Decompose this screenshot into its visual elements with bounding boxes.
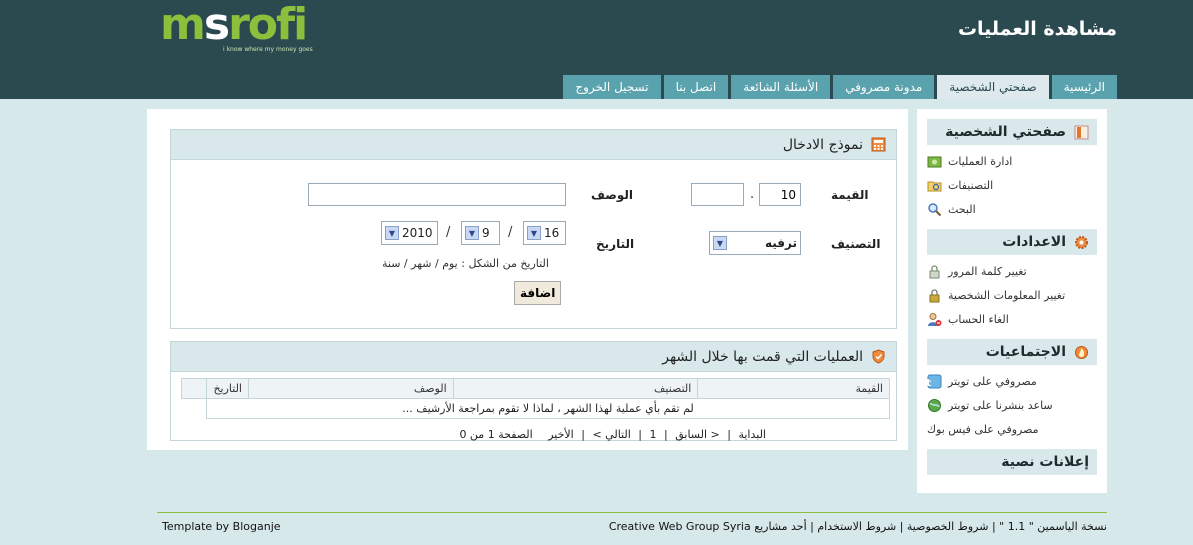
twitter-icon: t — [927, 374, 942, 389]
sidebar-heading-personal: صفحتي الشخصية — [927, 119, 1097, 145]
page-title: مشاهدة العمليات — [957, 18, 1117, 40]
pager-info: الصفحة 1 من 0 — [459, 428, 533, 441]
category-selected: ترفيه — [764, 236, 797, 250]
date-label: التاريخ — [596, 237, 635, 251]
operations-panel: العمليات التي قمت بها خلال الشهر القيمة … — [170, 341, 897, 441]
sidebar-social: الاجتماعيات t مصروفي على تويتر ساعد بنشر… — [927, 339, 1097, 441]
tab-home[interactable]: الرئيسية — [1051, 75, 1117, 99]
date-separator: / — [446, 225, 451, 240]
chevron-down-icon: ▼ — [385, 226, 399, 240]
sidebar-item-facebook[interactable]: مصروفي على فيس بوك — [927, 417, 1097, 441]
pager-page[interactable]: 1 — [650, 428, 657, 441]
pagination: البداية | < السابق | 1 | التالي > | الأخ… — [171, 428, 898, 441]
entry-form-panel: نموذج الادخال القيمة . الوصف التصنيف ▼ ت… — [170, 129, 897, 329]
sidebar-item-categories[interactable]: التصنيفات — [927, 173, 1097, 197]
add-button[interactable]: اضافة — [514, 281, 562, 305]
bookmark-icon — [1074, 125, 1089, 140]
decimal-point: . — [750, 187, 755, 202]
logo-tagline: i know where my money goes — [223, 46, 313, 53]
value-decimal-input[interactable] — [691, 183, 744, 206]
calculator-icon — [871, 137, 886, 152]
sidebar-heading-settings: الاعدادات — [927, 229, 1097, 255]
globe-icon — [927, 398, 942, 413]
entry-form-title: نموذج الادخال — [782, 136, 863, 153]
user-remove-icon — [927, 312, 942, 327]
table-row: لم تقم بأي عملية لهذا الشهر ، لماذا لا ت… — [182, 398, 890, 419]
operations-table: القيمة التصنيف الوصف التاريخ لم تقم بأي … — [180, 378, 890, 419]
value-integer-input[interactable] — [759, 183, 801, 206]
tab-my-page[interactable]: صفحتي الشخصية — [937, 75, 1049, 99]
pager-separator: | — [581, 428, 585, 441]
fire-icon — [1074, 345, 1089, 360]
tab-faq[interactable]: الأسئلة الشائعة — [731, 75, 831, 99]
logo-wordmark: msrofi — [160, 0, 308, 50]
sidebar-item-cancel-account[interactable]: الغاء الحساب — [927, 307, 1097, 331]
folder-icon — [927, 178, 942, 193]
category-label: التصنيف — [831, 237, 881, 251]
main-content: نموذج الادخال القيمة . الوصف التصنيف ▼ ت… — [147, 109, 908, 450]
sidebar-personal: صفحتي الشخصية ادارة العمليات التصنيفات ا… — [927, 119, 1097, 221]
sidebar: صفحتي الشخصية ادارة العمليات التصنيفات ا… — [917, 109, 1107, 493]
gear-icon — [1074, 235, 1089, 250]
pager-separator: | — [638, 428, 642, 441]
column-description[interactable]: الوصف — [248, 378, 454, 399]
operations-header: العمليات التي قمت بها خلال الشهر — [171, 342, 896, 372]
sidebar-heading-social: الاجتماعيات — [927, 339, 1097, 365]
sidebar-item-search[interactable]: البحث — [927, 197, 1097, 221]
sidebar-item-share-twitter[interactable]: ساعد بنشرنا على تويتر — [927, 393, 1097, 417]
entry-form-header: نموذج الادخال — [171, 130, 896, 160]
month-selected: 9 — [482, 226, 490, 240]
month-select[interactable]: ▼ 9 — [461, 221, 500, 245]
sidebar-item-manage-operations[interactable]: ادارة العمليات — [927, 149, 1097, 173]
description-input[interactable] — [308, 183, 566, 206]
date-separator: / — [508, 225, 513, 240]
site-header: msrofi i know where my money goes مشاهدة… — [0, 0, 1193, 99]
pager-separator: | — [664, 428, 668, 441]
column-value[interactable]: القيمة — [697, 378, 890, 399]
tab-blog[interactable]: مدونة مصروفي — [833, 75, 935, 99]
chevron-down-icon: ▼ — [465, 226, 479, 240]
column-actions — [180, 378, 208, 399]
date-format-hint: التاريخ من الشكل : يوم / شهر / سنة — [382, 257, 549, 270]
pager-separator: | — [727, 428, 731, 441]
sidebar-item-change-info[interactable]: تغيير المعلومات الشخصية — [927, 283, 1097, 307]
chevron-down-icon: ▼ — [527, 226, 541, 240]
day-select[interactable]: ▼ 16 — [523, 221, 566, 245]
tab-contact[interactable]: اتصل بنا — [663, 75, 729, 99]
sidebar-heading-ads: إعلانات نصية — [927, 449, 1097, 475]
svg-text:t: t — [927, 378, 931, 389]
money-icon — [927, 154, 942, 169]
description-label: الوصف — [591, 188, 634, 202]
year-selected: 2010 — [402, 226, 433, 240]
sidebar-item-twitter[interactable]: t مصروفي على تويتر — [927, 369, 1097, 393]
pager-first[interactable]: البداية — [738, 428, 766, 441]
site-logo[interactable]: msrofi i know where my money goes — [160, 2, 335, 54]
footer-divider — [157, 512, 1107, 513]
sidebar-settings: الاعدادات تغيير كلمة المرور تغيير المعلو… — [927, 229, 1097, 331]
main-nav: الرئيسية صفحتي الشخصية مدونة مصروفي الأس… — [563, 75, 1117, 99]
empty-message: لم تقم بأي عملية لهذا الشهر ، لماذا لا ت… — [206, 398, 890, 419]
sidebar-item-change-password[interactable]: تغيير كلمة المرور — [927, 259, 1097, 283]
column-category[interactable]: التصنيف — [452, 378, 699, 399]
chevron-down-icon: ▼ — [713, 236, 727, 250]
footer-links[interactable]: نسخة الياسمين " 1.1 " | شروط الخصوصية | … — [609, 520, 1107, 533]
sidebar-ads: إعلانات نصية — [927, 449, 1097, 475]
day-selected: 16 — [544, 226, 560, 240]
category-select[interactable]: ▼ ترفيه — [709, 231, 801, 255]
pager-prev[interactable]: < السابق — [675, 428, 720, 441]
lock-icon — [927, 288, 942, 303]
year-select[interactable]: ▼ 2010 — [381, 221, 438, 245]
search-icon — [927, 202, 942, 217]
tab-logout[interactable]: تسجيل الخروج — [563, 75, 661, 99]
column-date[interactable]: التاريخ — [206, 378, 249, 399]
pager-last[interactable]: الأخير — [548, 428, 574, 441]
footer-credit[interactable]: Template by Bloganje — [162, 520, 281, 533]
shield-icon — [871, 349, 886, 364]
key-icon — [927, 264, 942, 279]
value-label: القيمة — [831, 188, 869, 202]
pager-next[interactable]: التالي > — [592, 428, 630, 441]
table-header-row: القيمة التصنيف الوصف التاريخ — [180, 378, 890, 399]
operations-title: العمليات التي قمت بها خلال الشهر — [662, 348, 863, 365]
